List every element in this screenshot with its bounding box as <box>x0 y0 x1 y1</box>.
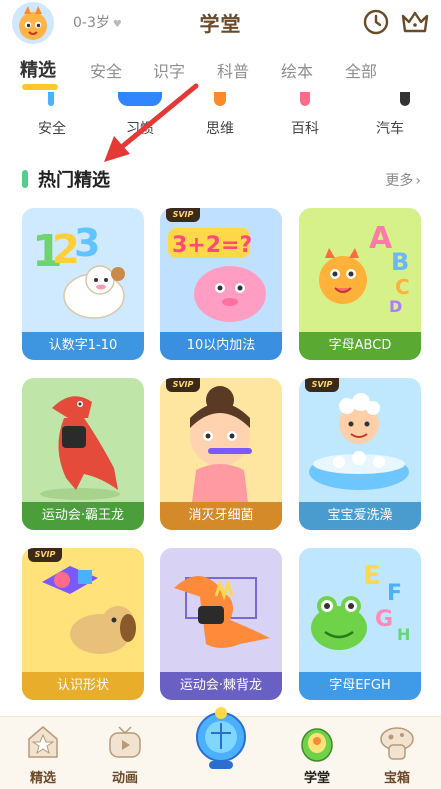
svg-text:A: A <box>369 221 393 256</box>
svg-text:E: E <box>363 561 381 591</box>
tab-featured[interactable]: 精选 <box>20 56 56 82</box>
nav-label: 精选 <box>29 771 56 786</box>
card-title: 字母EFGH <box>299 672 421 700</box>
course-card[interactable]: SVIP 消灭牙细菌 <box>160 378 282 530</box>
girl-toothbrush-icon <box>190 386 252 502</box>
bath-baby-icon <box>309 393 409 490</box>
globe-mascot-icon <box>196 707 246 769</box>
tab-science[interactable]: 科普 <box>217 58 249 82</box>
card-title: 宝宝爱洗澡 <box>299 502 421 530</box>
tab-all[interactable]: 全部 <box>345 58 377 82</box>
car-icon <box>400 92 410 106</box>
shapes-dog-icon <box>42 566 136 654</box>
more-link[interactable]: 更多 › <box>385 170 421 190</box>
card-title: 10以内加法 <box>160 332 282 360</box>
svip-badge: SVIP <box>305 378 339 392</box>
section-title: 热门精选 <box>38 170 110 191</box>
category-safety[interactable]: 安全 <box>22 92 82 138</box>
course-card[interactable]: 运动会·棘背龙 <box>160 548 282 700</box>
svg-text:F: F <box>387 581 402 606</box>
habits-icon <box>118 92 162 106</box>
trex-icon <box>40 396 120 500</box>
category-label: 安全 <box>38 121 66 137</box>
chevron-right-icon: › <box>415 173 421 189</box>
card-title: 运动会·霸王龙 <box>22 502 144 530</box>
dragon-letters-icon: A B C D <box>319 221 410 316</box>
tab-bar: 精选 安全 识字 科普 绘本 全部 <box>0 52 441 92</box>
more-label: 更多 <box>385 173 414 189</box>
spinosaurus-icon <box>174 576 270 648</box>
thinking-icon <box>214 92 226 106</box>
sheep-numbers-icon: 1 2 3 <box>32 221 125 319</box>
safety-icon <box>48 92 54 106</box>
category-habits[interactable]: 习惯 <box>110 92 170 138</box>
svg-text:B: B <box>391 248 409 276</box>
app: 0-3岁 ♥ 学堂 精选 安全 识字 科普 绘本 全部 安全 习惯 思维 百科 … <box>0 0 441 789</box>
svg-text:H: H <box>397 625 410 644</box>
category-encyclopedia[interactable]: 百科 <box>275 92 335 138</box>
course-card[interactable]: SVIP 宝宝爱洗澡 <box>299 378 421 530</box>
svg-text:C: C <box>395 275 410 299</box>
course-card[interactable]: 1 2 3 认数字1-10 <box>22 208 144 360</box>
card-title: 运动会·棘背龙 <box>160 672 282 700</box>
mushroom-box-icon <box>380 727 414 760</box>
tab-picture-books[interactable]: 绘本 <box>281 58 313 82</box>
category-thinking[interactable]: 思维 <box>190 92 250 138</box>
category-row: 安全 习惯 思维 百科 汽车 <box>0 92 441 142</box>
nav-featured[interactable]: 精选 <box>8 723 78 786</box>
nav-label: 动画 <box>111 771 138 786</box>
section-header: 热门精选 更多 › <box>0 162 441 196</box>
course-card[interactable]: A B C D 字母ABCD <box>299 208 421 360</box>
nav-classroom[interactable]: 学堂 <box>282 723 352 786</box>
tv-icon <box>109 726 141 758</box>
category-cars[interactable]: 汽车 <box>360 92 420 138</box>
svg-text:3+2=?: 3+2=? <box>172 233 252 258</box>
category-label: 思维 <box>206 121 234 137</box>
card-title: 字母ABCD <box>299 332 421 360</box>
bottom-nav: 精选 动画 学堂 宝箱 <box>0 707 441 789</box>
clock-icon[interactable] <box>362 8 390 36</box>
card-title: 消灭牙细菌 <box>160 502 282 530</box>
nav-label: 宝箱 <box>383 771 410 786</box>
active-tab-indicator <box>22 84 58 90</box>
course-card[interactable]: E F G H 字母EFGH <box>299 548 421 700</box>
star-house-icon <box>28 726 58 758</box>
course-card[interactable]: 3+2=? SVIP 10以内加法 <box>160 208 282 360</box>
course-card[interactable]: SVIP 认识形状 <box>22 548 144 700</box>
svg-text:D: D <box>389 297 402 316</box>
svg-text:3: 3 <box>74 221 100 265</box>
header: 0-3岁 ♥ 学堂 <box>0 0 441 46</box>
course-card[interactable]: 运动会·霸王龙 <box>22 378 144 530</box>
nav-label: 学堂 <box>303 771 330 786</box>
svip-badge: SVIP <box>28 548 62 562</box>
encyclopedia-icon <box>300 92 310 106</box>
svg-text:G: G <box>375 607 393 632</box>
nav-treasure-box[interactable]: 宝箱 <box>362 723 432 786</box>
category-label: 习惯 <box>126 121 154 137</box>
card-title: 认数字1-10 <box>22 332 144 360</box>
section-accent-bar <box>22 170 28 188</box>
crown-icon[interactable] <box>400 8 429 36</box>
tab-safety[interactable]: 安全 <box>90 58 122 82</box>
nav-animation[interactable]: 动画 <box>90 723 160 786</box>
card-title: 认识形状 <box>22 672 144 700</box>
tab-literacy[interactable]: 识字 <box>153 58 185 82</box>
category-label: 百科 <box>291 121 319 137</box>
pink-pig-math-icon: 3+2=? <box>168 228 266 322</box>
svip-badge: SVIP <box>166 208 200 222</box>
category-label: 汽车 <box>376 121 404 137</box>
frog-letters-icon: E F G H <box>311 561 410 650</box>
center-mascot-button[interactable] <box>193 703 249 775</box>
egg-icon <box>301 728 333 762</box>
svip-badge: SVIP <box>166 378 200 392</box>
